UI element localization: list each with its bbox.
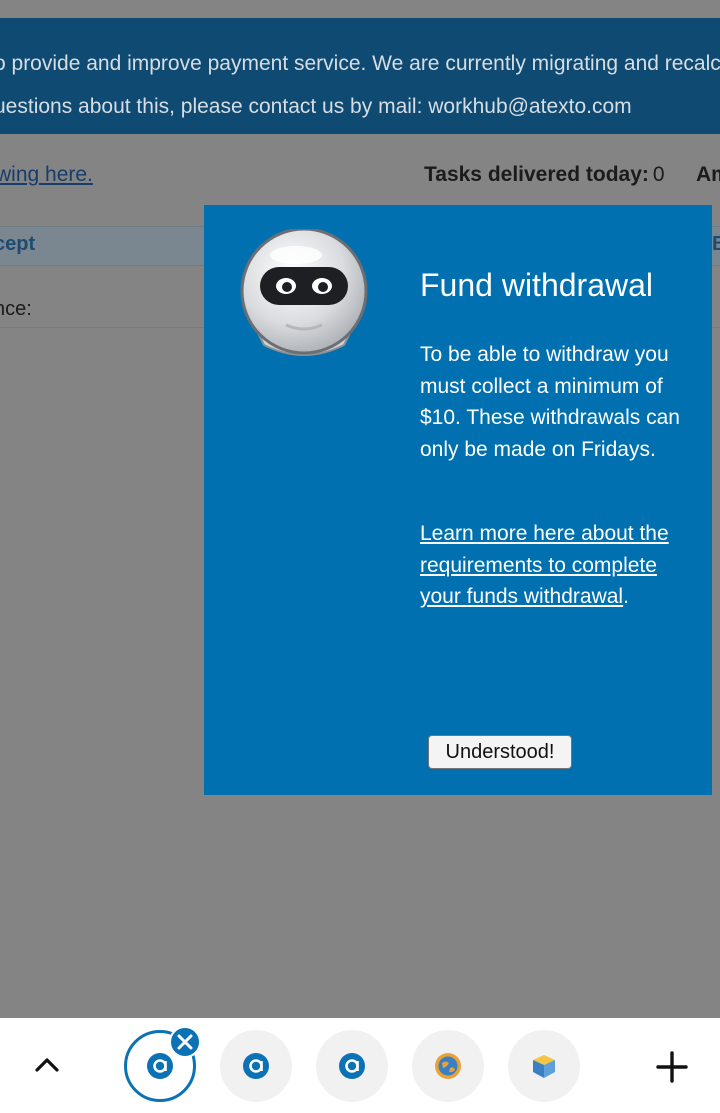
tab-box[interactable] [508, 1030, 580, 1102]
atexto-logo-icon [147, 1053, 173, 1079]
banner-line-1: o provide and improve payment service. W… [0, 52, 720, 75]
chevron-up-icon[interactable] [30, 1048, 64, 1082]
robot-mascot-icon [240, 229, 368, 356]
modal-link-paragraph: Learn more here about the requirements t… [420, 518, 682, 613]
amount-label: Am [696, 163, 720, 186]
close-tab-badge[interactable] [169, 1026, 201, 1058]
tab-globe[interactable] [412, 1030, 484, 1102]
close-icon [177, 1034, 193, 1050]
balance-label: nce: [0, 298, 32, 320]
tasks-delivered: Tasks delivered today: 0 [424, 163, 665, 187]
modal-title: Fund withdrawal [420, 267, 653, 303]
fund-withdrawal-modal: Fund withdrawal To be able to withdraw y… [204, 205, 712, 795]
tasks-label: Tasks delivered today: [424, 163, 649, 186]
banner-line-2: uestions about this, please contact us b… [0, 95, 632, 118]
column-header-b: B [712, 233, 720, 255]
column-header: cept [0, 233, 36, 255]
info-banner: o provide and improve payment service. W… [0, 18, 720, 134]
box-icon [533, 1055, 555, 1078]
modal-body-text: To be able to withdraw you must collect … [420, 343, 680, 461]
atexto-logo-icon [243, 1053, 269, 1079]
tab-atexto-2[interactable] [220, 1030, 292, 1102]
bottom-tab-bar [0, 1018, 720, 1113]
requirements-link[interactable]: Learn more here about the requirements t… [420, 522, 669, 608]
tab-atexto-3[interactable] [316, 1030, 388, 1102]
globe-icon [435, 1053, 461, 1079]
page-link[interactable]: wing here. [0, 163, 93, 187]
atexto-logo-icon [339, 1053, 365, 1079]
plus-icon[interactable] [654, 1049, 690, 1085]
tasks-value: 0 [652, 163, 665, 186]
link-suffix: . [623, 585, 629, 608]
understood-button[interactable]: Understood! [428, 735, 572, 769]
